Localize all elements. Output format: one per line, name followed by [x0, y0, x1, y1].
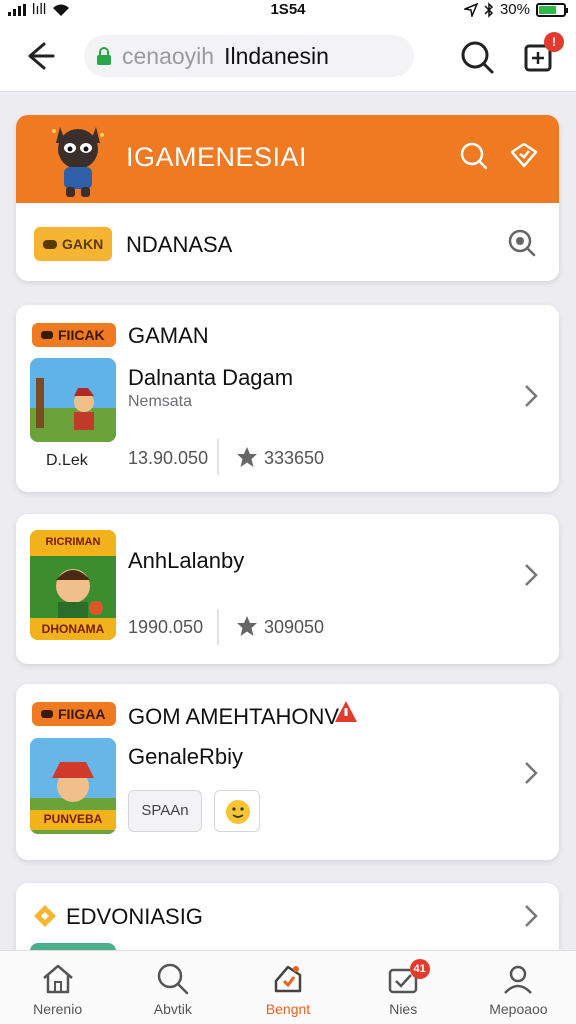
thumb-caption: PUNVEBA: [43, 812, 103, 826]
status-bar: lıll 1S54 30%: [0, 0, 576, 22]
section-title: GAMAN: [128, 323, 209, 348]
search-icon[interactable]: [458, 38, 496, 76]
nav-profile-label: Mepoaoo: [489, 1001, 548, 1017]
card-badge: FIIGAA: [32, 702, 116, 726]
nav-games[interactable]: Bengnt: [230, 951, 345, 1024]
chevron-right-icon[interactable]: [523, 562, 539, 588]
game-card-1[interactable]: FIICAK GAMAN Dalnanta Dagam Nemsata D.Le…: [16, 305, 559, 492]
bottom-nav: Nerenio Abvtik Bengnt 41 Nies Mepoaoo: [0, 950, 576, 1024]
category-badge-label: GAKN: [62, 236, 104, 252]
lock-icon: [97, 47, 111, 65]
divider: [217, 439, 219, 475]
tag-chip[interactable]: SPAAn: [128, 790, 202, 832]
chevron-right-icon[interactable]: [523, 383, 539, 409]
battery-percent: 30%: [499, 1, 530, 18]
nav-news[interactable]: 41 Nies: [346, 951, 461, 1024]
download-count: 1990.050: [128, 617, 204, 637]
game-thumbnail[interactable]: RICRIMAN DHONAMA: [30, 530, 116, 640]
nav-home-label: Nerenio: [33, 1001, 83, 1017]
favorite-badge-icon[interactable]: [508, 140, 540, 172]
rating-count: 309050: [264, 617, 325, 637]
alert-marker-icon: [335, 701, 357, 722]
header-search-icon[interactable]: [458, 140, 490, 172]
url-host: Ilndanesin: [224, 42, 329, 69]
category-label: NDANASA: [126, 232, 233, 257]
diamond-icon: [34, 905, 56, 927]
game-thumbnail[interactable]: PUNVEBA: [30, 738, 116, 834]
section-title: GOM AMEHTAHONV: [128, 704, 340, 729]
search-icon: [157, 963, 189, 995]
section-title: EDVONIASIG: [66, 904, 203, 929]
game-tag-icon: [274, 965, 302, 993]
row-search-icon[interactable]: [506, 227, 538, 259]
game-title[interactable]: Dalnanta Dagam: [128, 365, 293, 391]
home-icon: [42, 964, 73, 994]
thumb-caption: DHONAMA: [41, 622, 105, 636]
cat-mascot-icon: [52, 127, 104, 197]
game-icon: [43, 240, 57, 249]
game-art-icon: [30, 358, 116, 442]
header-banner: IGAMENESIAI: [16, 115, 559, 203]
card-badge-label: FIICAK: [58, 327, 105, 343]
nav-games-label: Bengnt: [265, 1001, 311, 1017]
emoji-chip[interactable]: [214, 790, 260, 832]
battery-icon: [536, 2, 568, 17]
chevron-right-icon[interactable]: [523, 903, 539, 929]
game-title[interactable]: AnhLalanby: [128, 548, 244, 574]
bluetooth-icon: [484, 1, 494, 18]
url-prefix: cenaoyih: [122, 42, 215, 69]
game-title[interactable]: GenaleRbiy: [128, 744, 243, 770]
header-card: IGAMENESIAI GAKN NDANASA: [16, 115, 559, 281]
card-badge-label: FIIGAA: [58, 706, 106, 722]
game-card-3[interactable]: FIIGAA GOM AMEHTAHONV PUNVEBA GenaleRbiy…: [16, 684, 559, 860]
nav-search[interactable]: Abvtik: [115, 951, 230, 1024]
profile-icon: [504, 965, 533, 994]
location-icon: [463, 2, 478, 17]
game-card-2[interactable]: RICRIMAN DHONAMA AnhLalanby 1990.050 309…: [16, 514, 559, 664]
category-badge: GAKN: [34, 227, 112, 261]
chevron-right-icon[interactable]: [523, 760, 539, 786]
game-subtitle: Nemsata: [128, 393, 193, 410]
nav-news-label: Nies: [389, 1001, 418, 1017]
thumb-title: RICRIMAN: [45, 536, 101, 548]
card-badge: FIICAK: [32, 323, 116, 347]
divider: [217, 609, 219, 645]
tag-chip-label: SPAAn: [141, 802, 189, 819]
star-icon: [237, 447, 257, 467]
tabs-button[interactable]: !: [520, 32, 564, 76]
download-count: 13.90.050: [128, 448, 209, 468]
rating-count: 333650: [264, 448, 325, 468]
nav-news-badge: 41: [409, 959, 430, 979]
page-title: IGAMENESIAI: [126, 142, 308, 172]
star-icon: [237, 616, 257, 636]
browser-bar: cenaoyih Ilndanesin !: [0, 22, 576, 92]
smiley-icon: [226, 800, 250, 824]
back-arrow-icon[interactable]: [20, 36, 60, 76]
notification-dot: !: [544, 32, 564, 52]
address-bar[interactable]: cenaoyih Ilndanesin: [84, 35, 414, 77]
nav-profile[interactable]: Mepoaoo: [461, 951, 576, 1024]
game-thumbnail[interactable]: [30, 358, 116, 442]
game-icon: [41, 710, 53, 718]
category-row[interactable]: GAKN NDANASA: [16, 203, 559, 281]
nav-home[interactable]: Nerenio: [0, 951, 115, 1024]
thumb-caption: D.Lek: [46, 452, 88, 469]
game-icon: [41, 331, 53, 339]
nav-search-label: Abvtik: [153, 1001, 192, 1017]
status-right: 30%: [463, 1, 568, 18]
